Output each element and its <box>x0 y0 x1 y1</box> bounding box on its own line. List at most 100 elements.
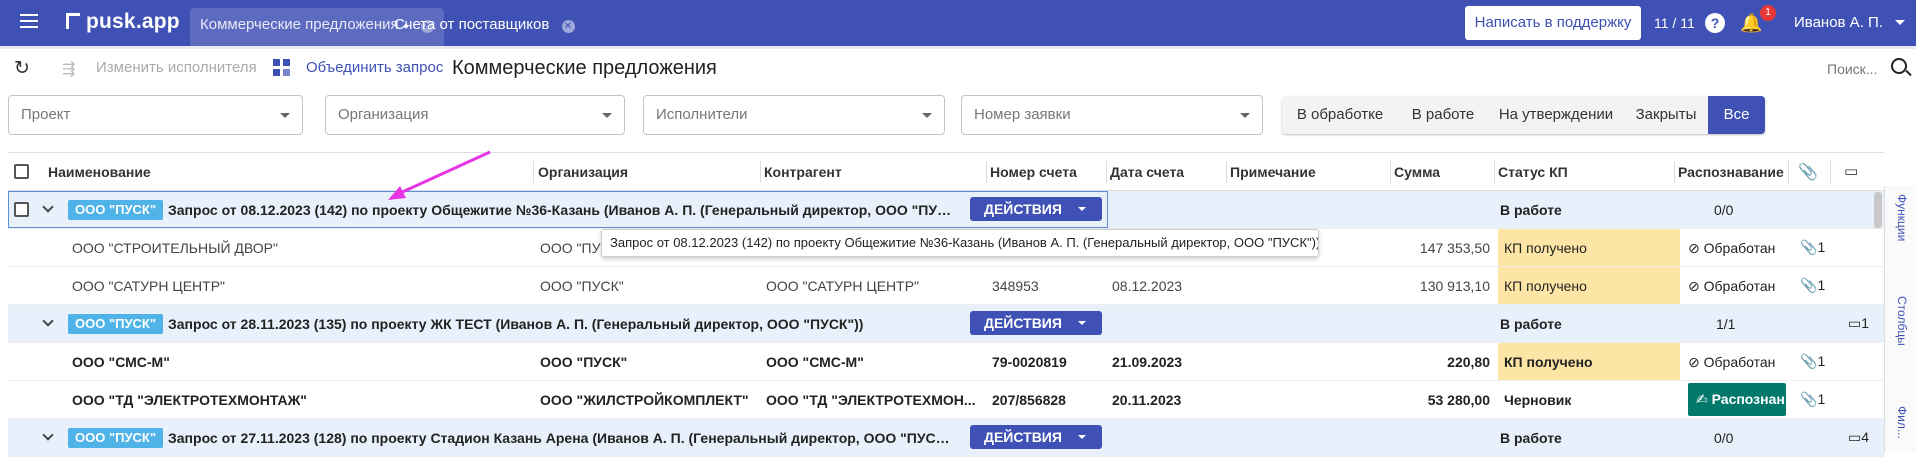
comment-icon: ▭ <box>1848 315 1862 331</box>
comment-count[interactable]: ▭4 <box>1848 429 1869 446</box>
attachment-count[interactable]: 📎1 <box>1800 239 1825 256</box>
group-recognition: 1/1 <box>1716 316 1736 332</box>
top-bar: pusk.app Коммерческие предложения ● ✕ Сч… <box>0 0 1916 46</box>
segment-all[interactable]: Все <box>1708 96 1765 134</box>
menu-icon[interactable] <box>20 14 38 32</box>
segment-closed[interactable]: Закрыты <box>1624 96 1708 134</box>
paperclip-icon: 📎 <box>1800 391 1818 407</box>
chevron-down-icon[interactable] <box>42 429 54 441</box>
chevron-down-icon <box>1078 435 1086 439</box>
table-row[interactable]: ООО "СМС-М" ООО "ПУСК" ООО "СМС-М" 79-00… <box>8 343 1884 381</box>
group-title: Запрос от 08.12.2023 (142) по проекту Об… <box>168 202 958 218</box>
attachment-count[interactable]: 📎1 <box>1800 391 1825 408</box>
cell-contractor: ООО "САТУРН ЦЕНТР" <box>766 278 920 294</box>
chevron-down-icon <box>280 113 290 118</box>
segment-in-work[interactable]: В работе <box>1398 96 1488 134</box>
merge-request-button[interactable]: Объединить запрос <box>306 59 443 76</box>
app-logo[interactable]: pusk.app <box>66 10 180 34</box>
actions-button[interactable]: ДЕЙСТВИЯ <box>970 311 1102 335</box>
cell-name: ООО "СМС-М" <box>72 354 170 370</box>
table-row[interactable]: ООО "САТУРН ЦЕНТР" ООО "ПУСК" ООО "САТУР… <box>8 267 1884 305</box>
check-circle-icon: ⊘ <box>1688 278 1704 294</box>
chevron-down-icon[interactable] <box>1895 20 1905 25</box>
select-placeholder: Проект <box>21 106 71 123</box>
chevron-down-icon[interactable] <box>42 201 54 213</box>
cell-contractor: ООО "СМС-М" <box>766 354 864 370</box>
col-amount[interactable]: Сумма <box>1394 164 1440 180</box>
assignees-select[interactable]: Исполнители <box>643 95 945 135</box>
attachment-count[interactable]: 📎1 <box>1800 277 1825 294</box>
col-invoice-date[interactable]: Дата счета <box>1110 164 1184 180</box>
col-organization[interactable]: Организация <box>538 164 628 180</box>
table-row[interactable]: ООО "ТД "ЭЛЕКТРОТЕХМОНТАЖ" ООО "ЖИЛСТРОЙ… <box>8 381 1884 419</box>
search-input[interactable]: Поиск... <box>1827 61 1877 77</box>
filters-bar: Проект Организация Исполнители Номер зая… <box>0 92 1916 140</box>
col-name[interactable]: Наименование <box>48 164 151 180</box>
comment-icon: ▭ <box>1848 429 1862 445</box>
segment-in-processing[interactable]: В обработке <box>1282 96 1398 134</box>
signature-icon: ✍ <box>1696 391 1712 407</box>
group-recognition: 0/0 <box>1714 202 1734 218</box>
vertical-scrollbar[interactable] <box>1874 192 1882 228</box>
group-row[interactable]: ООО "ПУСК" Запрос от 27.11.2023 (128) по… <box>8 419 1884 457</box>
col-contractor[interactable]: Контрагент <box>764 164 842 180</box>
attachment-count-label: 1 <box>1817 391 1826 407</box>
support-button[interactable]: Написать в поддержку <box>1465 6 1641 40</box>
search-icon[interactable] <box>1891 58 1907 74</box>
cell-name: ООО "ТД "ЭЛЕКТРОТЕХМОНТАЖ" <box>72 392 307 408</box>
help-icon[interactable]: ? <box>1705 13 1725 33</box>
col-kp-status[interactable]: Статус КП <box>1498 164 1568 180</box>
functions-panel-tab[interactable]: Функции <box>1893 194 1909 241</box>
select-all-checkbox[interactable] <box>14 164 29 179</box>
comment-column-icon[interactable]: ▭ <box>1844 162 1858 180</box>
user-menu[interactable]: Иванов А. П. <box>1794 14 1883 31</box>
segment-approval[interactable]: На утверждении <box>1488 96 1624 134</box>
project-select[interactable]: Проект <box>8 95 303 135</box>
recognition-cell[interactable]: ⊘ Обработан <box>1688 354 1775 371</box>
organization-select[interactable]: Организация <box>325 95 625 135</box>
group-row[interactable]: ООО "ПУСК" Запрос от 28.11.2023 (135) по… <box>8 305 1884 343</box>
recognition-cell[interactable]: ⊘ Обработан <box>1688 240 1775 257</box>
comment-count-label: 4 <box>1861 429 1870 445</box>
bell-icon[interactable]: 🔔 <box>1740 13 1762 33</box>
cell-name: ООО "СТРОИТЕЛЬНЫЙ ДВОР" <box>72 240 278 256</box>
recognition-cell[interactable]: ⊘ Обработан <box>1688 278 1775 295</box>
attachment-count[interactable]: 📎1 <box>1800 353 1825 370</box>
filters-panel-tab[interactable]: Фил... <box>1893 406 1909 439</box>
select-placeholder: Номер заявки <box>974 106 1071 123</box>
cell-name: ООО "САТУРН ЦЕНТР" <box>72 278 226 294</box>
actions-button[interactable]: ДЕЙСТВИЯ <box>970 425 1102 449</box>
counter: 11 / 11 <box>1654 15 1695 31</box>
recognition-label: Распознан <box>1711 391 1785 407</box>
chevron-down-icon[interactable] <box>42 315 54 327</box>
side-panel-rail: Функции Столбцы Фил... <box>1884 186 1916 453</box>
cell-invoice-date: 21.09.2023 <box>1112 354 1183 370</box>
cell-organization: ООО "ПУСК" <box>540 354 628 370</box>
tab-supplier-invoices[interactable]: Счета от поставщиков ✕ <box>384 8 585 46</box>
comment-count-label: 1 <box>1861 315 1870 331</box>
attachment-column-icon[interactable]: 📎 <box>1798 162 1818 182</box>
request-number-select[interactable]: Номер заявки <box>961 95 1263 135</box>
col-note[interactable]: Примечание <box>1230 164 1316 180</box>
kp-status-cell: КП получено <box>1498 343 1680 380</box>
cell-invoice-number: 207/856828 <box>992 392 1066 408</box>
cell-invoice-number: 79-0020819 <box>992 354 1067 370</box>
chevron-down-icon <box>1240 113 1250 118</box>
cell-invoice-date: 20.11.2023 <box>1112 392 1182 408</box>
group-row[interactable]: ООО "ПУСК" Запрос от 08.12.2023 (142) по… <box>8 191 1884 229</box>
comment-count[interactable]: ▭1 <box>1848 315 1869 332</box>
close-tab-icon[interactable]: ✕ <box>561 20 575 33</box>
col-invoice-number[interactable]: Номер счета <box>990 164 1077 180</box>
actions-button[interactable]: ДЕЙСТВИЯ <box>970 197 1102 221</box>
row-checkbox[interactable] <box>14 202 29 217</box>
change-assignee-button[interactable]: Изменить исполнителя <box>96 59 257 76</box>
columns-panel-tab[interactable]: Столбцы <box>1893 296 1909 346</box>
assignee-icon: ⇶ <box>62 61 76 78</box>
kp-status-cell: Черновик <box>1504 392 1572 408</box>
recognized-button[interactable]: ✍ Распознан <box>1688 383 1786 416</box>
status-segment: В обработке В работе На утверждении Закр… <box>1282 96 1765 134</box>
col-recognition[interactable]: Распознавание <box>1678 164 1784 180</box>
actions-label: ДЕЙСТВИЯ <box>984 429 1062 445</box>
refresh-icon[interactable]: ↻ <box>14 57 30 80</box>
tab-label: Коммерческие предложения <box>200 16 399 33</box>
